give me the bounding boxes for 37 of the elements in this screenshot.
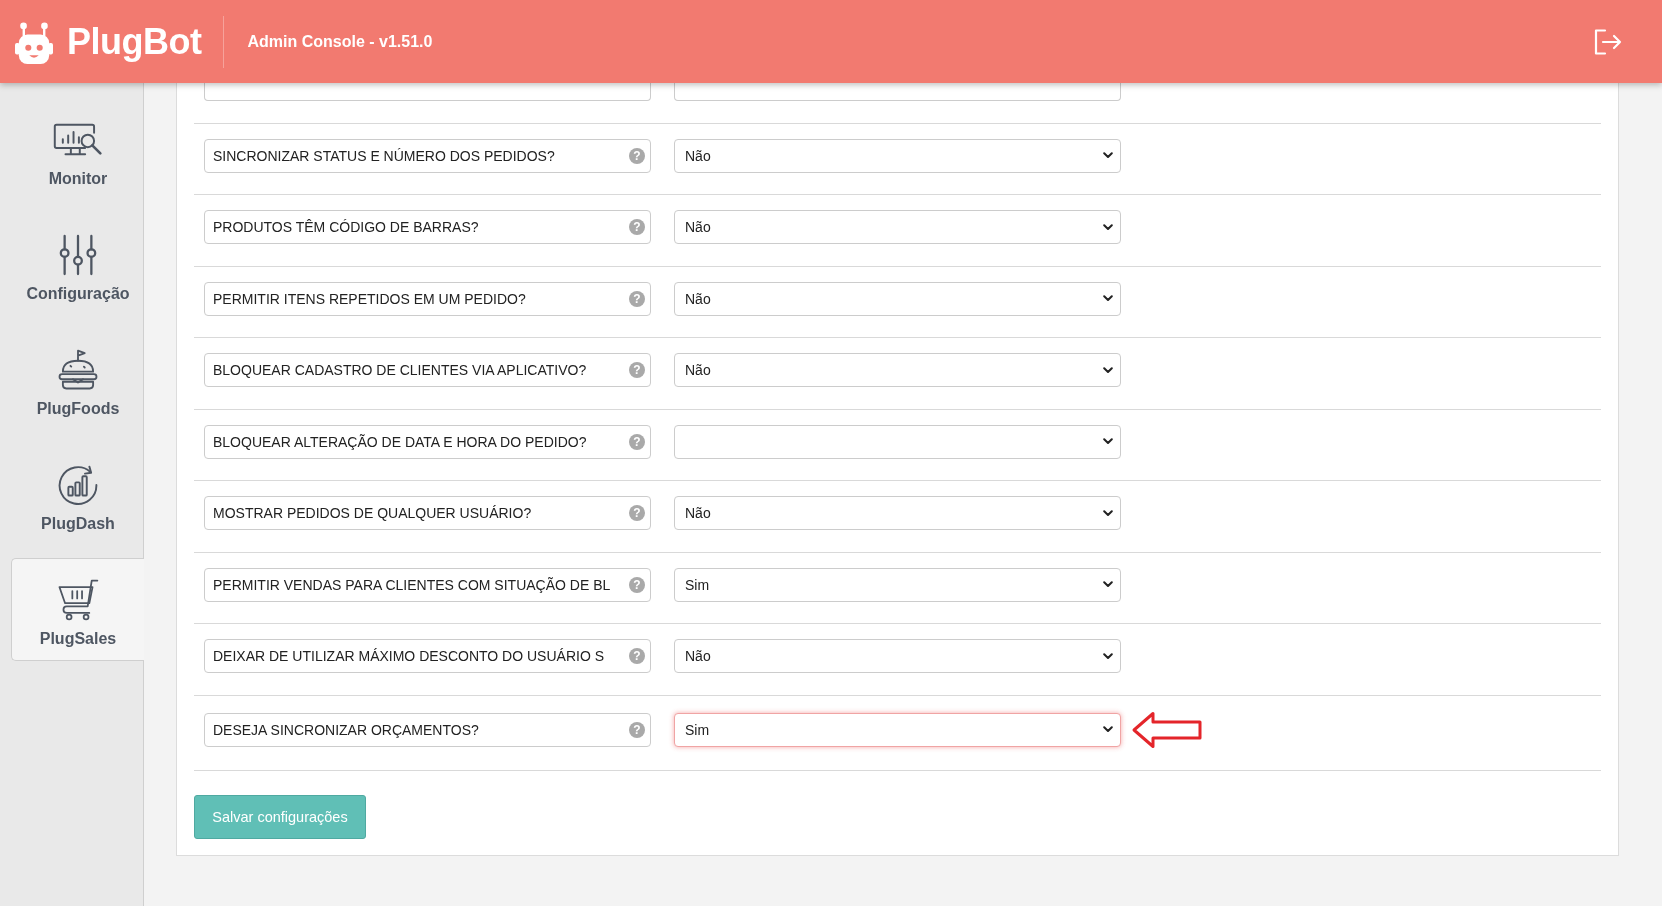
- chevron-down-icon: [1103, 295, 1113, 302]
- sidebar-item[interactable]: PlugSales: [11, 558, 144, 661]
- value-select[interactable]: [674, 83, 1121, 101]
- chevron-down-icon: [1103, 152, 1113, 159]
- setting-name-field: DEIXAR DE UTILIZAR MÁXIMO DESCONTO DO USUÁRIO S ?: [204, 639, 651, 673]
- chevron-down-icon: [1103, 581, 1113, 588]
- setting-name-field: PERMITIR VENDAS PARA CLIENTES COM SITUAÇÃO DE BL ?: [204, 567, 651, 602]
- sidebar-item[interactable]: Monitor: [11, 98, 144, 201]
- setting-name-field: PERMITIR ITENS REPETIDOS EM UM PEDIDO? ?: [204, 281, 651, 316]
- value-select[interactable]: [674, 424, 1121, 459]
- setting-name-field: SINCRONIZAR STATUS E NÚMERO DOS PEDIDOS? ?: [204, 138, 651, 173]
- brand-name: PlugBot: [67, 20, 202, 63]
- chevron-down-icon: [1103, 438, 1113, 445]
- chevron-down-icon: [1103, 509, 1113, 517]
- chevron-down-icon: [1103, 366, 1113, 374]
- value-select[interactable]: Não: [674, 353, 1121, 387]
- console-title: Admin Console - v1.51.0: [247, 32, 433, 51]
- value-select[interactable]: Não: [674, 138, 1121, 173]
- sidebar-item[interactable]: PlugDash: [11, 443, 144, 546]
- chevron-down-icon: [1103, 652, 1113, 660]
- setting-name-field: MOSTRAR PEDIDOS DE QUALQUER USUÁRIO? ?: [204, 496, 651, 530]
- chevron-down-icon: [1103, 223, 1113, 231]
- logout-icon[interactable]: [1593, 28, 1623, 55]
- value-select[interactable]: Não: [674, 210, 1121, 244]
- setting-name-field: PRODUTOS TÊM CÓDIGO DE BARRAS? ?: [204, 210, 651, 244]
- value-select[interactable]: Não: [674, 496, 1121, 530]
- setting-name-field: BLOQUEAR ALTERAÇÃO DE DATA E HORA DO PEDIDO? ?: [204, 424, 651, 459]
- setting-name-field: DESEJA SINCRONIZAR ORÇAMENTOS? ?: [204, 712, 651, 747]
- setting-name-field: BLOQUEAR CADASTRO DE CLIENTES VIA APLICATIVO? ?: [204, 353, 651, 387]
- sidebar-item[interactable]: Configuração: [11, 213, 144, 316]
- value-select[interactable]: Não: [674, 281, 1121, 316]
- sidebar-item[interactable]: PlugFoods: [11, 328, 144, 431]
- value-select[interactable]: Sim: [674, 712, 1121, 747]
- value-select[interactable]: Sim: [674, 567, 1121, 602]
- chevron-down-icon: [1103, 726, 1113, 733]
- robot-logo-icon: [15, 21, 53, 64]
- value-select[interactable]: Não: [674, 639, 1121, 673]
